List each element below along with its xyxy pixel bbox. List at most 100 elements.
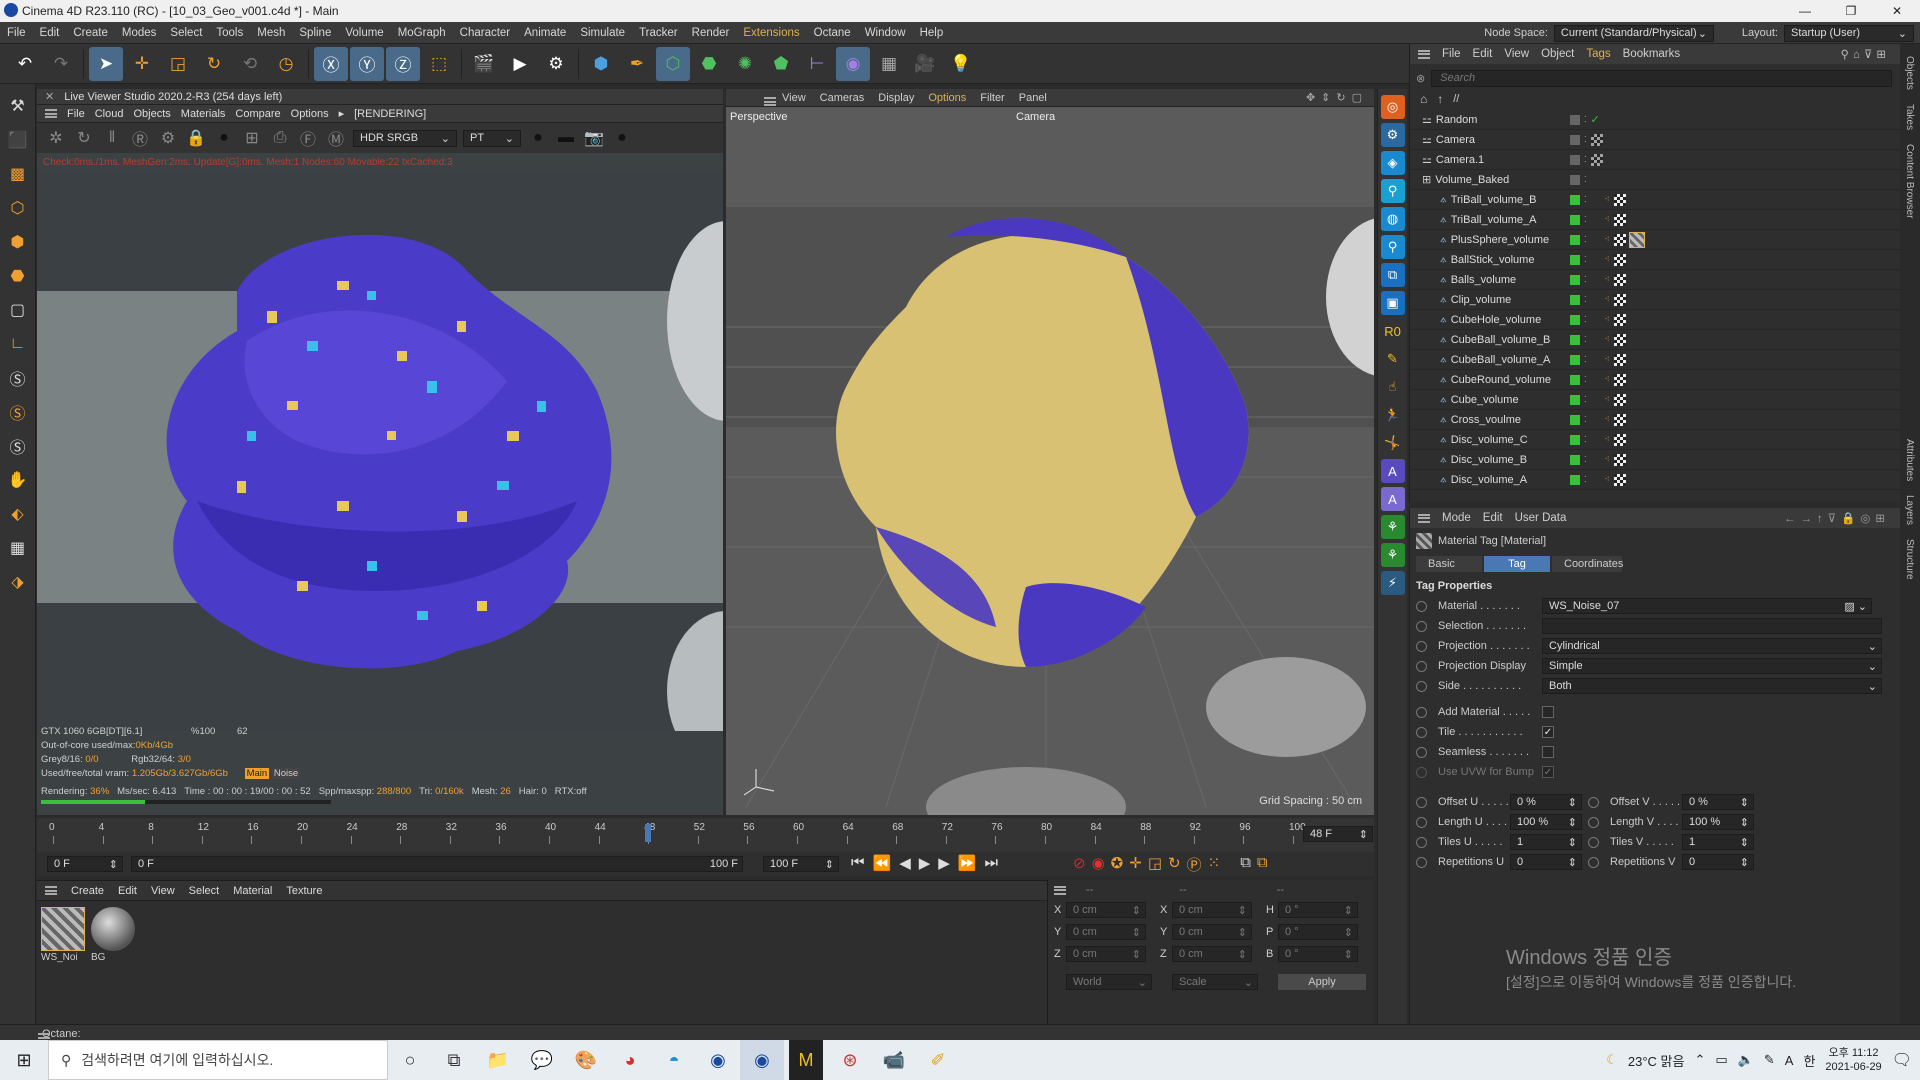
autokey-icon[interactable]: ◉ — [1092, 854, 1105, 875]
camera-tag-icon[interactable] — [1590, 133, 1603, 146]
visibility-dots-icon[interactable]: ⁚ — [1584, 475, 1587, 484]
side-tab-objects[interactable]: Objects — [1904, 56, 1915, 90]
restart-icon[interactable]: ↻ — [73, 127, 95, 149]
layer-color-icon[interactable] — [1570, 394, 1580, 405]
octane-tag-icon[interactable]: ⁖ — [1605, 374, 1610, 385]
light-button[interactable]: 💡 — [944, 47, 978, 81]
animate-radio[interactable] — [1588, 816, 1599, 828]
notification-icon[interactable]: 🗨 — [1892, 1050, 1912, 1070]
y-axis-button[interactable]: Ⓨ — [350, 46, 384, 81]
viewport-canvas[interactable] — [726, 107, 1374, 815]
layer-color-icon[interactable] — [1570, 174, 1580, 185]
object-row[interactable]: ⟑ Balls_volume ⁚ ⁖ — [1410, 270, 1900, 290]
size-x-field[interactable]: 0 cm ⇕ — [1172, 902, 1252, 918]
zoom-button[interactable]: 📹 — [872, 1040, 916, 1080]
prev-key-icon[interactable]: ⏪ — [873, 854, 892, 872]
select-tool-button[interactable]: ➤ — [89, 46, 123, 81]
am-menu-mode[interactable]: Mode — [1442, 512, 1471, 524]
menu-volume[interactable]: Volume — [338, 27, 390, 39]
octane-jump-button[interactable]: 🤸 — [1380, 431, 1405, 455]
close-icon[interactable]: ⊗ — [1416, 72, 1425, 85]
pos-z-field[interactable]: 0 cm ⇕ — [1066, 946, 1146, 962]
volume-icon[interactable]: 🔈 — [1738, 1052, 1754, 1068]
projection-display-dropdown[interactable]: Simple ⌄ — [1542, 658, 1882, 674]
viewport-camera-label[interactable]: Camera — [1016, 111, 1055, 123]
pos-x-field[interactable]: 0 cm ⇕ — [1066, 902, 1146, 918]
color-space-dropdown[interactable]: HDR SRGB ⌄ — [353, 129, 457, 147]
floor-button[interactable]: ▦ — [872, 47, 906, 81]
length-u-field[interactable]: 100 % ⇕ — [1510, 814, 1582, 830]
animate-radio[interactable] — [1588, 856, 1599, 868]
visibility-dots-icon[interactable]: ⁚ — [1584, 155, 1587, 164]
hamburger-icon[interactable] — [1054, 885, 1066, 895]
language-indicator[interactable]: 한 — [1803, 1051, 1815, 1070]
object-row[interactable]: ⟑ Clip_volume ⁚ ⁖ — [1410, 290, 1900, 310]
layer-color-icon[interactable] — [1570, 414, 1580, 425]
object-row[interactable]: ⟑ Disc_volume_C ⁚ ⁖ — [1410, 430, 1900, 450]
mat-menu-select[interactable]: Select — [189, 885, 220, 897]
size-z-field[interactable]: 0 cm ⇕ — [1172, 946, 1252, 962]
material-tag-icon[interactable] — [1613, 213, 1626, 226]
layer-color-icon[interactable] — [1570, 354, 1580, 365]
app-button[interactable]: ⊛ — [828, 1040, 872, 1080]
material-tag-icon[interactable] — [1613, 333, 1626, 346]
object-row[interactable]: ⟑ CubeHole_volume ⁚ ⁖ — [1410, 310, 1900, 330]
octane-run-button[interactable]: 🏃 — [1380, 403, 1405, 427]
animate-radio[interactable] — [1588, 836, 1599, 848]
menu-simulate[interactable]: Simulate — [573, 27, 632, 39]
apply-button[interactable]: Apply — [1278, 974, 1366, 990]
octane-tag-button[interactable]: ⧉ — [1380, 263, 1405, 287]
current-frame-field[interactable]: 48 F ⇕ — [1303, 826, 1373, 842]
parameter-key-icon[interactable]: Ⓟ — [1187, 854, 1202, 875]
visibility-dots-icon[interactable]: ⁚ — [1584, 335, 1587, 344]
home-icon[interactable]: ⌂ — [1420, 92, 1427, 106]
octane-tag-icon[interactable]: ⁖ — [1605, 414, 1610, 425]
chevron-up-icon[interactable]: ⌃ — [1694, 1052, 1705, 1068]
material-tag-icon[interactable] — [1613, 373, 1626, 386]
model-mode-button[interactable]: ⬛ — [3, 124, 33, 155]
axis-mode-button[interactable]: ∟ — [3, 328, 33, 359]
redo-button[interactable]: ↷ — [44, 47, 78, 81]
octane-pointer-button[interactable]: ☝ — [1380, 375, 1405, 399]
menu-mesh[interactable]: Mesh — [250, 27, 292, 39]
side-tab-content-browser[interactable]: Content Browser — [1904, 144, 1915, 218]
timeline-dope-icon[interactable]: ⧉ — [1257, 854, 1268, 875]
snapshot-icon[interactable]: 📷 — [583, 127, 605, 149]
tab-basic[interactable]: Basic — [1416, 556, 1482, 572]
offset-v-field[interactable]: 0 % ⇕ — [1682, 794, 1754, 810]
visibility-dots-icon[interactable]: ⁚ — [1584, 455, 1587, 464]
material-tag-icon[interactable] — [1613, 253, 1626, 266]
uv-mode-button[interactable]: ▢ — [3, 294, 33, 325]
octane-tag-icon[interactable]: ⁖ — [1605, 454, 1610, 465]
layer-color-icon[interactable] — [1570, 434, 1580, 445]
animate-radio[interactable] — [1416, 726, 1427, 738]
go-to-start-icon[interactable]: ⏮ — [851, 854, 865, 872]
playhead[interactable] — [645, 824, 652, 842]
material-swatch[interactable]: WS_Noi — [41, 907, 85, 963]
octane-tag-icon[interactable]: ⁖ — [1605, 294, 1610, 305]
render-picture-viewer-button[interactable]: ▶ — [503, 47, 537, 81]
object-row[interactable]: ⟑ Cross_voulme ⁚ ⁖ — [1410, 410, 1900, 430]
visibility-dots-icon[interactable]: ⁚ — [1584, 175, 1587, 184]
hamburger-icon[interactable] — [1418, 513, 1430, 523]
close-icon[interactable]: ✕ — [45, 90, 54, 103]
workplane-button[interactable]: ⬖ — [3, 498, 33, 529]
material-tag-icon[interactable] — [1613, 393, 1626, 406]
projection-dropdown[interactable]: Cylindrical ⌄ — [1542, 638, 1882, 654]
network-icon[interactable]: ▭ — [1715, 1052, 1727, 1068]
menu-tools[interactable]: Tools — [209, 27, 250, 39]
polygons-mode-button[interactable]: ⬣ — [3, 260, 33, 291]
side-dropdown[interactable]: Both ⌄ — [1542, 678, 1882, 694]
material-tag-icon[interactable] — [1613, 453, 1626, 466]
octane-a2-button[interactable]: A — [1380, 487, 1405, 511]
cloner-button[interactable]: ✺ — [728, 47, 762, 81]
point-level-icon[interactable]: ⁙ — [1208, 854, 1221, 875]
selection-field[interactable] — [1542, 618, 1882, 634]
menu-extensions[interactable]: Extensions — [736, 27, 806, 39]
menu-help[interactable]: Help — [913, 27, 951, 39]
layer-color-icon[interactable] — [1570, 474, 1580, 485]
layer-color-icon[interactable] — [1570, 194, 1580, 205]
mat-menu-create[interactable]: Create — [71, 885, 104, 897]
pos-y-field[interactable]: 0 cm ⇕ — [1066, 924, 1146, 940]
lv-menu-materials[interactable]: Materials — [181, 108, 226, 120]
